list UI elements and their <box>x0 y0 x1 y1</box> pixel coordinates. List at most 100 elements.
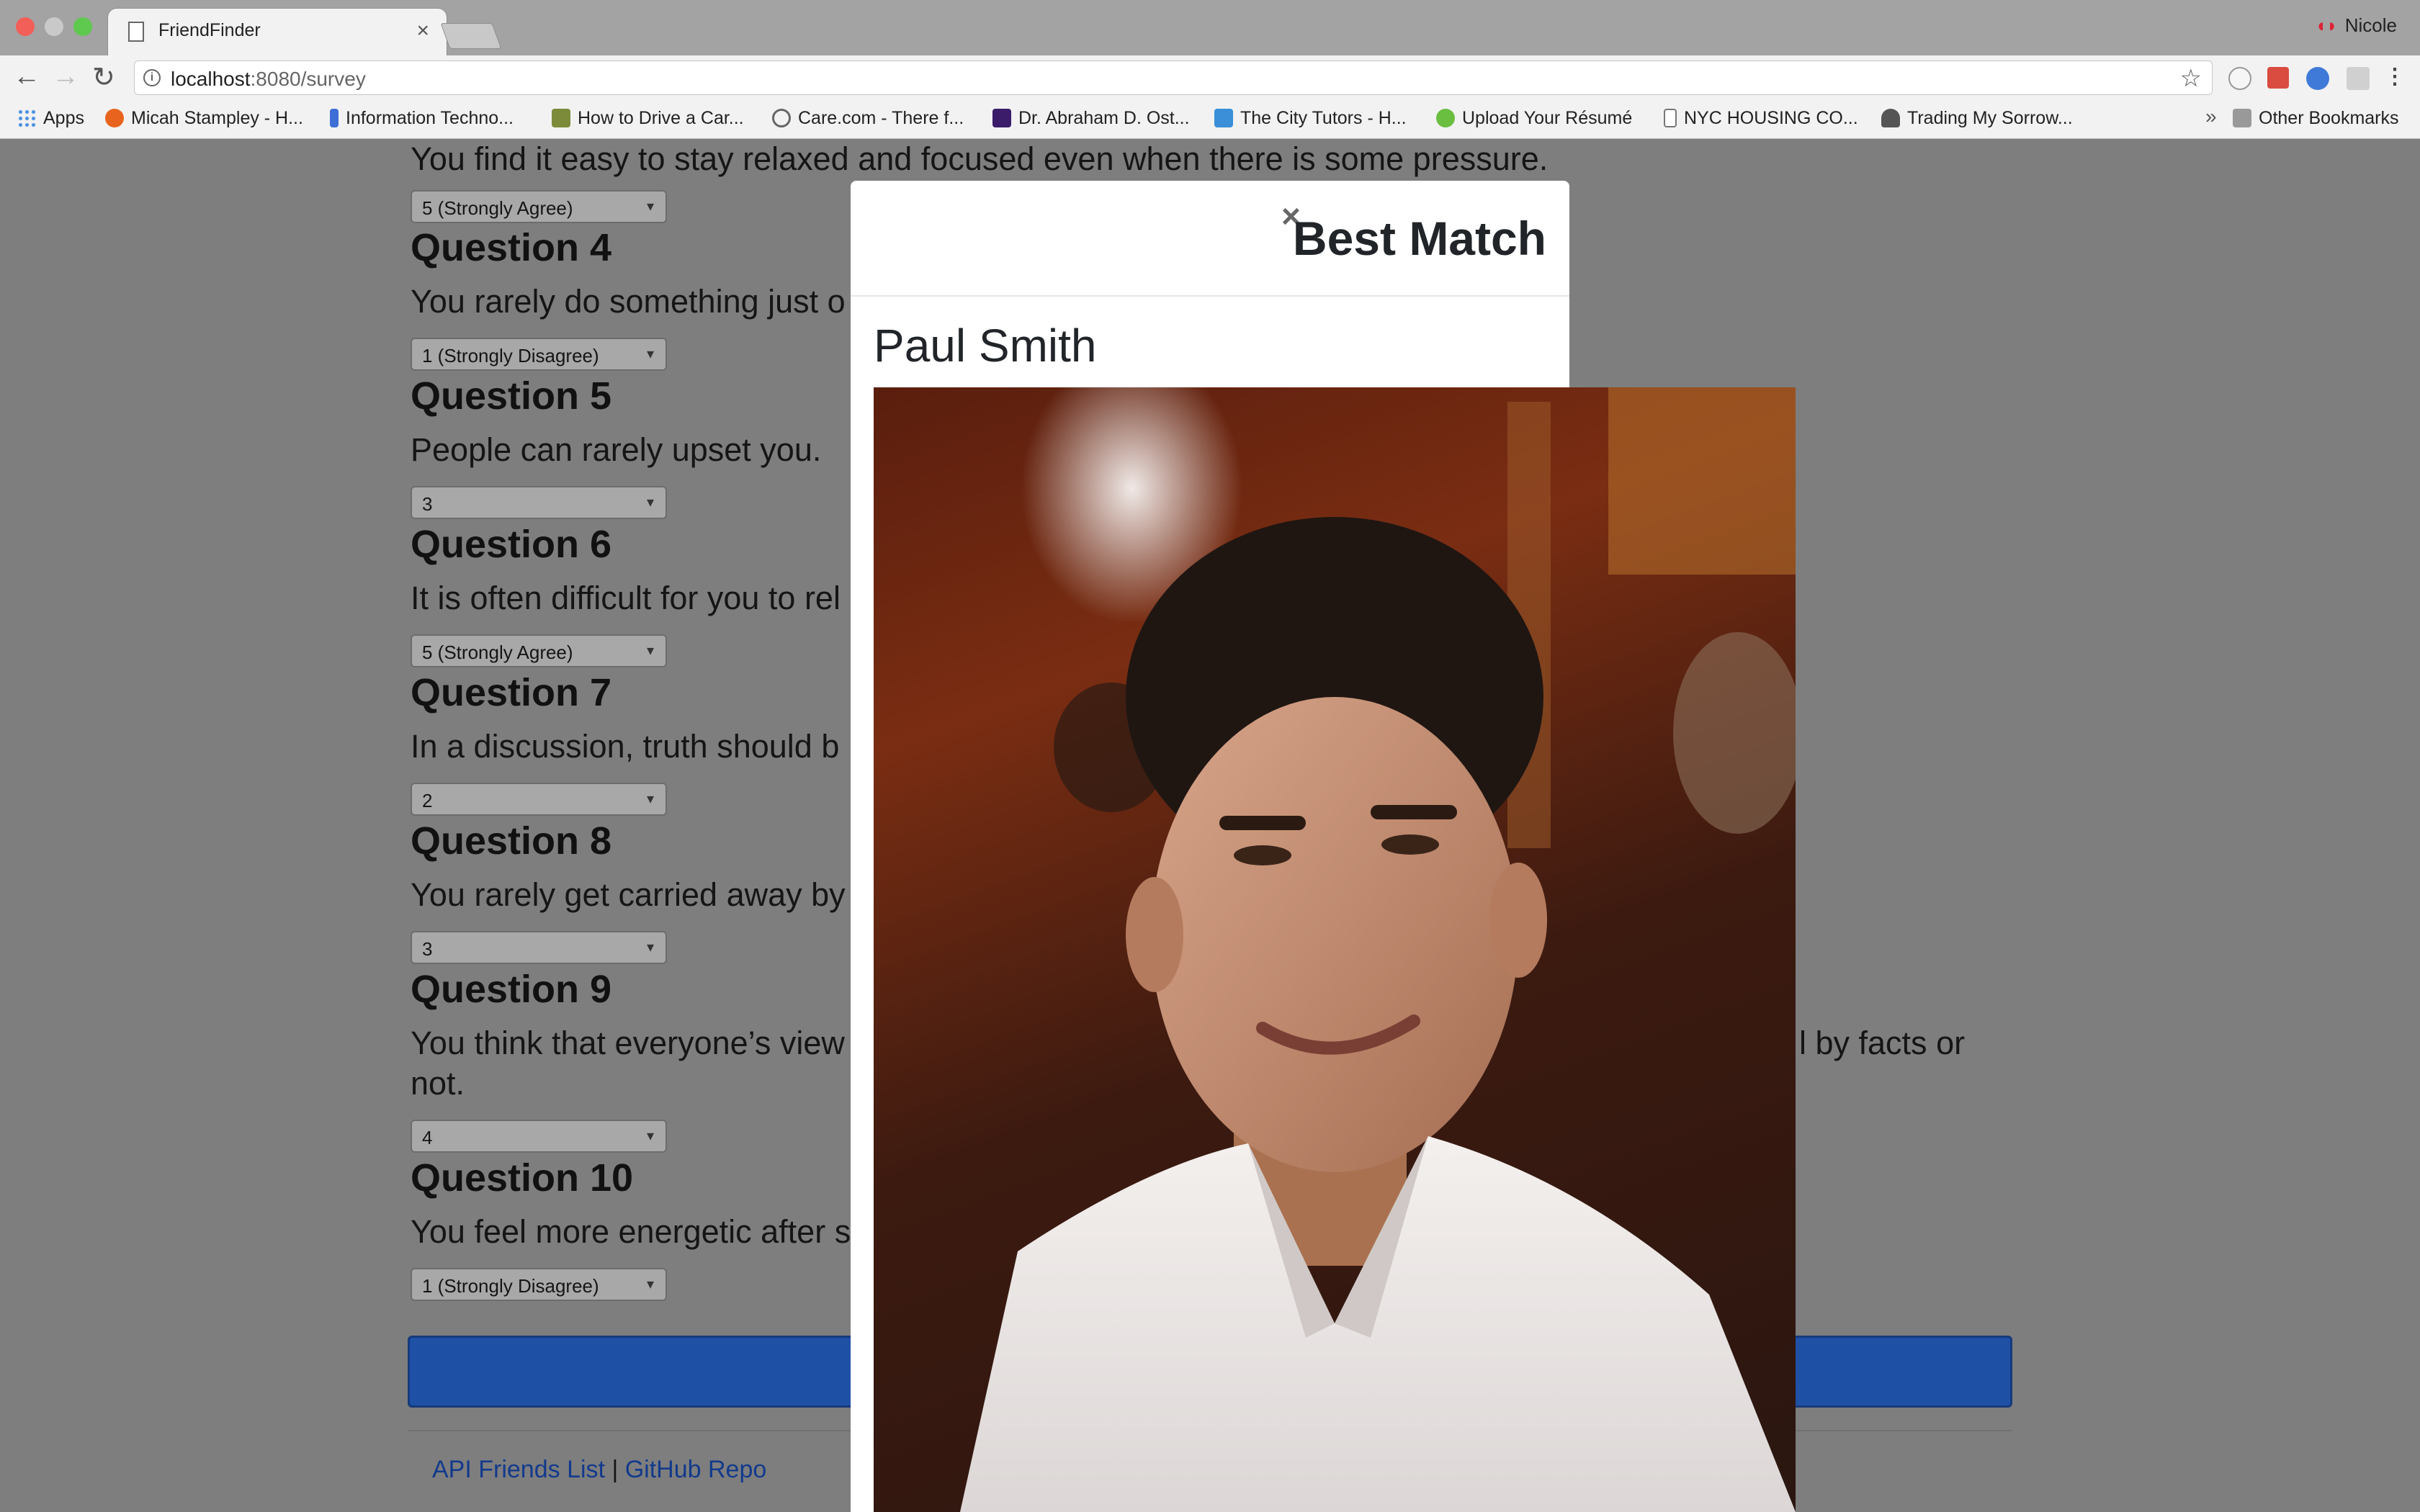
selected-value: 3 <box>422 938 433 960</box>
bookmark-label: How to Drive a Car... <box>578 108 744 128</box>
selected-value: 4 <box>422 1127 433 1148</box>
page-icon <box>1664 109 1677 127</box>
answer-select[interactable]: 3 ▾ <box>411 931 667 964</box>
site-favicon-icon <box>1436 109 1455 127</box>
question-heading: Question 5 <box>411 374 612 418</box>
bookmark-label: Trading My Sorrow... <box>1907 108 2073 128</box>
bookmark-label: The City Tutors - H... <box>1240 108 1407 128</box>
bookmark-item[interactable]: How to Drive a Car... <box>552 108 744 129</box>
bookmark-label: NYC HOUSING CO... <box>1684 108 1858 128</box>
browser-toolbar: ← → ↻ i localhost:8080/survey ☆ ⋮ <box>0 55 2420 101</box>
close-window-button[interactable] <box>16 17 35 36</box>
info-icon[interactable]: i <box>143 69 161 86</box>
match-photo <box>874 387 1796 1512</box>
selected-value: 2 <box>422 790 433 811</box>
github-repo-link[interactable]: GitHub Repo <box>625 1456 767 1483</box>
bookmark-item[interactable]: Micah Stampley - H... <box>105 108 303 129</box>
bookmark-item[interactable]: Upload Your Résumé <box>1436 108 1632 129</box>
selected-value: 3 <box>422 493 433 515</box>
browser-tab[interactable]: FriendFinder × <box>108 9 447 55</box>
dropdown-caret-icon: ▾ <box>646 1128 654 1144</box>
selected-value: 5 (Strongly Agree) <box>422 642 573 663</box>
kebab-menu-icon[interactable]: ⋮ <box>2384 64 2406 89</box>
question-heading: Question 10 <box>411 1156 634 1200</box>
site-favicon-icon <box>1214 109 1233 127</box>
dropdown-caret-icon: ▾ <box>646 346 654 362</box>
new-tab-button[interactable] <box>440 23 502 49</box>
answer-select[interactable]: 5 (Strongly Agree) ▾ <box>411 634 667 667</box>
best-match-modal: × Best Match Paul Smith <box>851 181 1796 1512</box>
bookmark-label: Information Techno... <box>346 108 514 128</box>
bookmark-label: Dr. Abraham D. Ost... <box>1018 108 1190 128</box>
other-bookmarks[interactable]: Other Bookmarks <box>2233 108 2399 129</box>
question-heading: Question 7 <box>411 671 612 714</box>
tab-close-icon[interactable]: × <box>416 19 429 43</box>
tab-title: FriendFinder <box>158 20 261 40</box>
question-heading: Question 4 <box>411 226 612 269</box>
extension-icon[interactable] <box>2267 67 2289 89</box>
bookmark-label: Upload Your Résumé <box>1462 108 1633 128</box>
question-heading: Question 9 <box>411 968 612 1011</box>
profile-icon: ◖◗ <box>2315 14 2338 36</box>
bookmarks-overflow-button[interactable]: » <box>2205 105 2217 128</box>
extension-icon[interactable] <box>2347 67 2370 90</box>
dropdown-caret-icon: ▾ <box>646 791 654 807</box>
question-heading: Question 8 <box>411 819 612 863</box>
dropdown-caret-icon: ▾ <box>646 495 654 510</box>
bookmark-item[interactable]: Trading My Sorrow... <box>1881 108 2073 129</box>
reload-icon[interactable]: ↻ <box>92 61 115 94</box>
modal-header: × Best Match <box>851 181 1569 297</box>
folder-icon <box>2233 109 2251 127</box>
bookmark-label: Apps <box>43 108 84 128</box>
question-text-tail: l by facts or <box>1799 1025 1966 1061</box>
answer-select[interactable]: 4 ▾ <box>411 1120 667 1153</box>
answer-select[interactable]: 2 ▾ <box>411 783 667 816</box>
selected-value: 5 (Strongly Agree) <box>422 197 573 219</box>
maximize-window-button[interactable] <box>73 17 92 36</box>
tab-strip: FriendFinder × ◖◗ Nicole <box>0 0 2420 55</box>
site-favicon-icon <box>992 109 1011 127</box>
bookmark-star-icon[interactable]: ☆ <box>2180 64 2202 93</box>
selected-value: 1 (Strongly Disagree) <box>422 1275 599 1297</box>
headphones-icon <box>1881 109 1900 127</box>
question-heading: Question 6 <box>411 523 612 566</box>
site-favicon-icon <box>330 109 339 127</box>
match-name: Paul Smith <box>874 320 1097 372</box>
url-host: localhost <box>171 68 251 90</box>
back-arrow-icon[interactable]: ← <box>13 61 40 92</box>
answer-select[interactable]: 1 (Strongly Disagree) ▾ <box>411 338 667 371</box>
bookmark-label: Care.com - There f... <box>798 108 964 128</box>
extension-icon[interactable] <box>2306 67 2329 90</box>
page-icon <box>128 22 144 42</box>
profile-button[interactable]: ◖◗ Nicole <box>2315 14 2397 37</box>
answer-select[interactable]: 5 (Strongly Agree) ▾ <box>411 190 667 223</box>
apps-grid-icon <box>17 109 36 127</box>
answer-select[interactable]: 1 (Strongly Disagree) ▾ <box>411 1268 667 1301</box>
site-favicon-icon <box>772 109 791 127</box>
extension-icon[interactable] <box>2228 67 2251 90</box>
site-favicon-icon <box>105 109 124 127</box>
dropdown-caret-icon: ▾ <box>646 643 654 659</box>
bookmark-label: Micah Stampley - H... <box>131 108 303 128</box>
footer-separator: | <box>611 1456 619 1483</box>
selected-value: 1 (Strongly Disagree) <box>422 345 599 366</box>
bookmark-item[interactable]: Dr. Abraham D. Ost... <box>992 108 1190 129</box>
modal-title: Best Match <box>1292 212 1546 265</box>
site-favicon-icon <box>552 109 570 127</box>
address-bar[interactable]: i localhost:8080/survey ☆ <box>134 60 2213 95</box>
bookmark-item[interactable]: The City Tutors - H... <box>1214 108 1407 129</box>
profile-name: Nicole <box>2344 14 2397 36</box>
dropdown-caret-icon: ▾ <box>646 1277 654 1292</box>
minimize-window-button[interactable] <box>45 17 63 36</box>
bookmark-apps[interactable]: Apps <box>17 108 84 129</box>
url-text[interactable]: localhost:8080/survey <box>171 68 366 91</box>
answer-select[interactable]: 3 ▾ <box>411 486 667 519</box>
bookmark-item[interactable]: Care.com - There f... <box>772 108 964 129</box>
match-photo-image <box>874 387 1796 1512</box>
api-friends-link[interactable]: API Friends List <box>432 1456 605 1483</box>
bookmark-item[interactable]: Information Techno... <box>330 108 514 129</box>
forward-arrow-icon[interactable]: → <box>52 61 79 92</box>
bookmarks-bar: Apps Micah Stampley - H... Information T… <box>0 101 2420 139</box>
url-path: :8080/survey <box>250 68 366 90</box>
bookmark-item[interactable]: NYC HOUSING CO... <box>1664 108 1858 129</box>
